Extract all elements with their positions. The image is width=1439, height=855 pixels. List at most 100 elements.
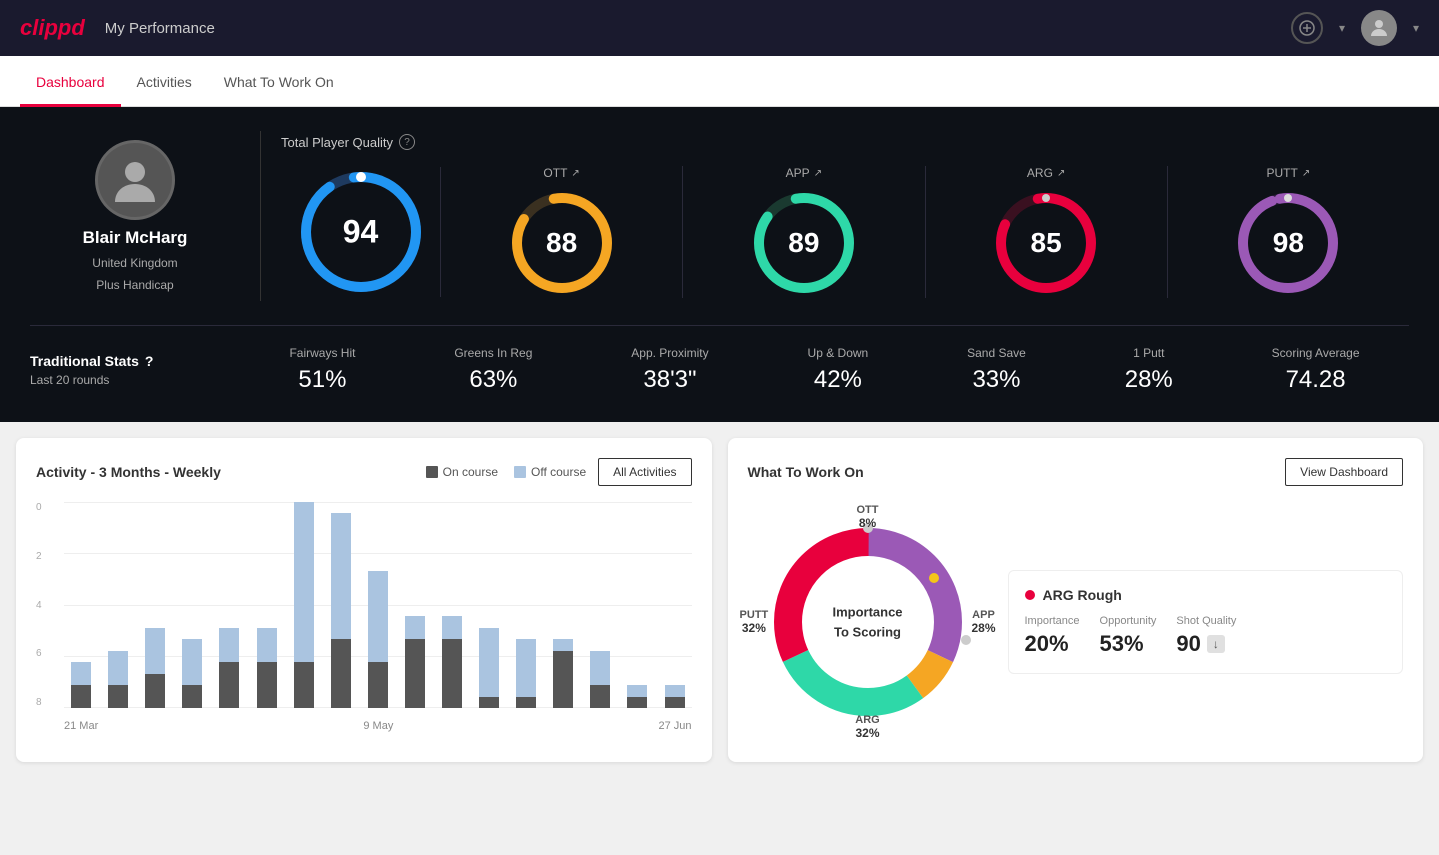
stat-fairways-label: Fairways Hit: [289, 346, 355, 360]
off-course-bar: [331, 513, 351, 639]
bar-group: [138, 502, 172, 708]
player-info: Blair McHarg United Kingdom Plus Handica…: [30, 140, 240, 292]
bar-stack: [257, 628, 277, 708]
tab-dashboard[interactable]: Dashboard: [20, 56, 121, 107]
stat-greens-label: Greens In Reg: [454, 346, 532, 360]
player-country: United Kingdom: [92, 256, 177, 270]
stat-updown-value: 42%: [808, 366, 869, 394]
on-course-bar: [182, 685, 202, 708]
work-on-title: What To Work On: [748, 464, 864, 480]
main-quality-circle: 94: [281, 167, 441, 297]
logo: clippd: [20, 15, 85, 41]
y-label-6: 6: [36, 648, 42, 659]
app-value: 89: [788, 227, 819, 259]
quality-circles: 94 OTT ↗ 88: [281, 166, 1409, 298]
bar-group: [472, 502, 506, 708]
stat-fairways-value: 51%: [289, 366, 355, 394]
opportunity-metric: Opportunity 53%: [1100, 615, 1157, 657]
x-axis-labels: 21 Mar 9 May 27 Jun: [64, 720, 692, 732]
activity-legend: On course Off course: [426, 465, 587, 479]
arg-value: 85: [1031, 227, 1062, 259]
donut-center: Importance To Scoring: [832, 603, 902, 642]
importance-metric: Importance 20%: [1025, 615, 1080, 657]
info-icon[interactable]: ?: [399, 134, 415, 150]
on-course-dot: [426, 466, 438, 478]
trad-label-section: Traditional Stats ? Last 20 rounds: [30, 353, 240, 387]
off-course-label: Off course: [531, 465, 586, 479]
header-right: ▾ ▾: [1291, 10, 1419, 46]
on-course-bar: [553, 651, 573, 708]
off-course-bar: [516, 639, 536, 696]
off-course-bar: [627, 685, 647, 696]
bar-stack: [516, 639, 536, 708]
on-course-bar: [405, 639, 425, 708]
bar-group: [287, 502, 321, 708]
stat-greens: Greens In Reg 63%: [454, 346, 532, 394]
tab-what-to-work-on[interactable]: What To Work On: [208, 56, 350, 107]
bar-stack: [71, 662, 91, 708]
bar-stack: [405, 616, 425, 708]
off-course-bar: [553, 639, 573, 650]
putt-label: PUTT ↗: [1267, 166, 1311, 180]
bar-group: [546, 502, 580, 708]
user-avatar-button[interactable]: [1361, 10, 1397, 46]
bar-stack: [108, 651, 128, 708]
player-avatar: [95, 140, 175, 220]
bar-stack: [182, 639, 202, 708]
x-label-jun: 27 Jun: [658, 720, 691, 732]
on-course-bar: [145, 674, 165, 708]
bar-stack: [553, 639, 573, 708]
bar-group: [212, 502, 246, 708]
donut-chart: Importance To Scoring OTT 8% APP 28% ARG…: [748, 502, 988, 742]
on-course-bar: [590, 685, 610, 708]
off-course-bar: [294, 502, 314, 662]
off-course-bar: [590, 651, 610, 685]
on-course-bar: [108, 685, 128, 708]
donut-center-line1: Importance: [832, 603, 902, 623]
main-quality-value: 94: [343, 214, 379, 251]
info-card-title: ARG Rough: [1025, 587, 1387, 603]
player-name: Blair McHarg: [83, 228, 188, 248]
stat-proximity: App. Proximity 38'3": [631, 346, 708, 394]
stat-greens-value: 63%: [454, 366, 532, 394]
view-dashboard-button[interactable]: View Dashboard: [1285, 458, 1403, 486]
arg-circle: ARG ↗ 85: [926, 166, 1168, 298]
app-label: APP ↗: [786, 166, 822, 180]
stat-oneputt: 1 Putt 28%: [1125, 346, 1173, 394]
stat-sandsave: Sand Save 33%: [967, 346, 1026, 394]
bar-group: [249, 502, 283, 708]
putt-ring: 98: [1233, 188, 1343, 298]
y-label-0: 0: [36, 502, 42, 513]
bar-group: [509, 502, 543, 708]
on-course-bar: [442, 639, 462, 708]
bar-stack: [442, 616, 462, 708]
on-course-bar: [257, 662, 277, 708]
off-course-bar: [145, 628, 165, 674]
trad-info-icon[interactable]: ?: [145, 353, 154, 369]
putt-donut-label: PUTT 32%: [740, 609, 769, 635]
legend-on-course: On course: [426, 465, 498, 479]
off-course-bar: [405, 616, 425, 639]
stat-oneputt-label: 1 Putt: [1125, 346, 1173, 360]
bar-stack: [590, 651, 610, 708]
bar-group: [398, 502, 432, 708]
on-course-bar: [627, 697, 647, 708]
avatar-chevron: ▾: [1413, 21, 1419, 35]
trad-subtitle: Last 20 rounds: [30, 373, 240, 387]
quality-section: Total Player Quality ? 94: [281, 134, 1409, 298]
x-label-mar: 21 Mar: [64, 720, 98, 732]
trad-title: Traditional Stats ?: [30, 353, 240, 369]
stat-fairways: Fairways Hit 51%: [289, 346, 355, 394]
score-badge: ↓: [1207, 635, 1225, 653]
ott-label: OTT ↗: [543, 166, 579, 180]
opportunity-value: 53%: [1100, 631, 1157, 657]
tab-activities[interactable]: Activities: [121, 56, 208, 107]
add-button[interactable]: [1291, 12, 1323, 44]
all-activities-button[interactable]: All Activities: [598, 458, 691, 486]
bar-group: [620, 502, 654, 708]
on-course-bar: [516, 697, 536, 708]
stats-top: Blair McHarg United Kingdom Plus Handica…: [30, 131, 1409, 301]
off-course-dot: [514, 466, 526, 478]
nav-tabs: Dashboard Activities What To Work On: [0, 56, 1439, 107]
shot-quality-metric: Shot Quality 90 ↓: [1176, 615, 1236, 657]
